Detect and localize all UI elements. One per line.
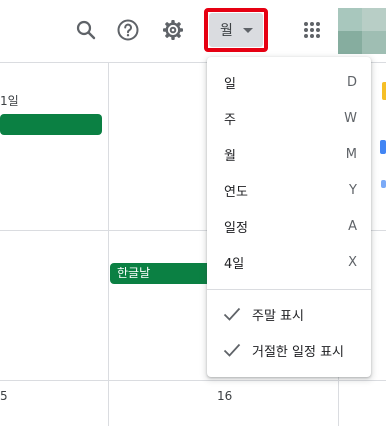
checkmark-icon xyxy=(223,343,241,357)
menu-item-label: 연도 xyxy=(224,184,248,200)
menu-divider xyxy=(207,289,371,290)
search-button[interactable] xyxy=(68,12,104,48)
menu-item-shortcut: Y xyxy=(349,182,357,198)
menu-item-4-days[interactable]: 4일 X xyxy=(207,244,371,280)
settings-icon xyxy=(163,20,183,40)
menu-option-label: 주말 표시 xyxy=(252,308,304,324)
settings-button[interactable] xyxy=(155,12,191,48)
caret-down-icon xyxy=(243,28,253,33)
day-number[interactable]: 5 xyxy=(0,389,8,403)
menu-item-month[interactable]: 월 M xyxy=(207,136,371,172)
apps-button[interactable] xyxy=(294,12,330,48)
menu-option-label: 거절한 일정 표시 xyxy=(252,344,344,360)
menu-option-show-declined[interactable]: 거절한 일정 표시 xyxy=(207,332,371,368)
view-selector-label: 월 xyxy=(220,23,233,39)
event-chip-edge[interactable] xyxy=(380,140,386,154)
grid-line xyxy=(0,380,386,381)
menu-item-shortcut: M xyxy=(345,146,357,162)
search-icon xyxy=(76,20,96,40)
calendar-app: 1일 한글날 5 16 월 일 D 주 W 월 M 연도 Y 일정 A 4일 X… xyxy=(0,0,386,426)
menu-item-shortcut: W xyxy=(344,110,357,126)
account-avatar[interactable] xyxy=(338,8,386,54)
day-number[interactable]: 16 xyxy=(217,389,232,403)
holiday-event-chip[interactable]: 한글날 xyxy=(110,263,220,284)
grid-line xyxy=(108,62,109,426)
checkmark-icon xyxy=(223,307,241,321)
apps-grid-icon xyxy=(304,22,320,38)
menu-item-label: 4일 xyxy=(224,256,245,272)
menu-item-day[interactable]: 일 D xyxy=(207,64,371,100)
help-button[interactable] xyxy=(110,12,146,48)
menu-item-week[interactable]: 주 W xyxy=(207,100,371,136)
menu-option-show-weekends[interactable]: 주말 표시 xyxy=(207,296,371,332)
event-chip[interactable] xyxy=(0,114,102,135)
avatar-tile xyxy=(362,8,386,31)
view-menu: 일 D 주 W 월 M 연도 Y 일정 A 4일 X 주말 표시 거절한 일정 … xyxy=(207,57,371,377)
help-icon xyxy=(117,19,139,41)
menu-item-label: 일정 xyxy=(224,220,248,236)
event-chip-edge[interactable] xyxy=(381,180,386,188)
menu-item-label: 일 xyxy=(224,76,236,92)
day-number[interactable]: 1일 xyxy=(0,92,19,109)
menu-item-label: 주 xyxy=(224,112,236,128)
menu-item-year[interactable]: 연도 Y xyxy=(207,172,371,208)
menu-item-shortcut: A xyxy=(348,218,357,234)
avatar-tile xyxy=(338,31,362,54)
event-chip-edge[interactable] xyxy=(382,82,386,100)
menu-item-schedule[interactable]: 일정 A xyxy=(207,208,371,244)
menu-item-label: 월 xyxy=(224,148,236,164)
view-selector-button[interactable]: 월 xyxy=(209,13,263,47)
avatar-tile xyxy=(338,8,362,31)
menu-item-shortcut: X xyxy=(348,254,357,270)
menu-item-shortcut: D xyxy=(346,74,357,90)
top-toolbar: 월 xyxy=(0,0,386,62)
avatar-tile xyxy=(362,31,386,54)
